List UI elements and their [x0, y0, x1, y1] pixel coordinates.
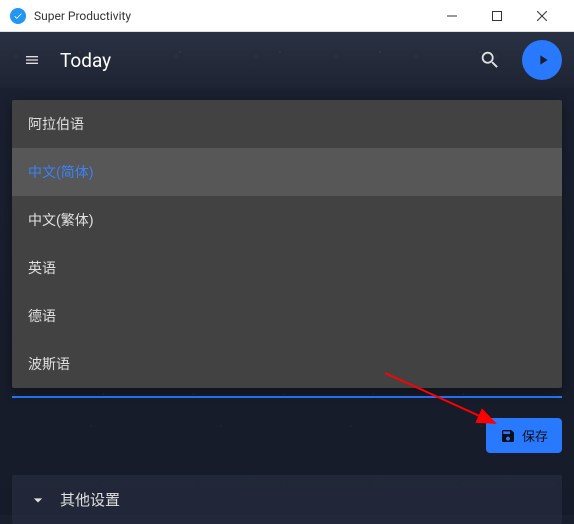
page-title: Today — [60, 49, 111, 72]
content-area: 阿拉伯语 中文(简体) 中文(繁体) 英语 德语 波斯语 保存 其他设置 — [0, 88, 574, 515]
close-button[interactable] — [519, 2, 564, 30]
app-icon — [10, 8, 26, 24]
dropdown-item-arabic[interactable]: 阿拉伯语 — [12, 100, 562, 148]
chevron-down-icon — [28, 490, 48, 510]
app-header: Today — [0, 32, 574, 88]
search-button[interactable] — [470, 40, 510, 80]
window-titlebar: Super Productivity — [0, 0, 574, 32]
field-underline — [12, 396, 562, 398]
dropdown-item-chinese-simplified[interactable]: 中文(简体) — [12, 148, 562, 196]
dropdown-item-english[interactable]: 英语 — [12, 244, 562, 292]
window-title: Super Productivity — [34, 9, 429, 23]
dropdown-item-german[interactable]: 德语 — [12, 292, 562, 340]
section-title: 其他设置 — [60, 489, 120, 510]
dropdown-item-chinese-traditional[interactable]: 中文(繁体) — [12, 196, 562, 244]
window-controls — [429, 2, 564, 30]
save-icon — [500, 428, 516, 444]
minimize-button[interactable] — [429, 2, 474, 30]
language-dropdown: 阿拉伯语 中文(简体) 中文(繁体) 英语 德语 波斯语 — [12, 100, 562, 388]
menu-button[interactable] — [12, 40, 52, 80]
play-button[interactable] — [522, 40, 562, 80]
maximize-button[interactable] — [474, 2, 519, 30]
save-button-label: 保存 — [522, 426, 548, 445]
save-button[interactable]: 保存 — [486, 418, 562, 453]
dropdown-item-persian[interactable]: 波斯语 — [12, 340, 562, 388]
other-settings-section[interactable]: 其他设置 — [12, 475, 562, 524]
